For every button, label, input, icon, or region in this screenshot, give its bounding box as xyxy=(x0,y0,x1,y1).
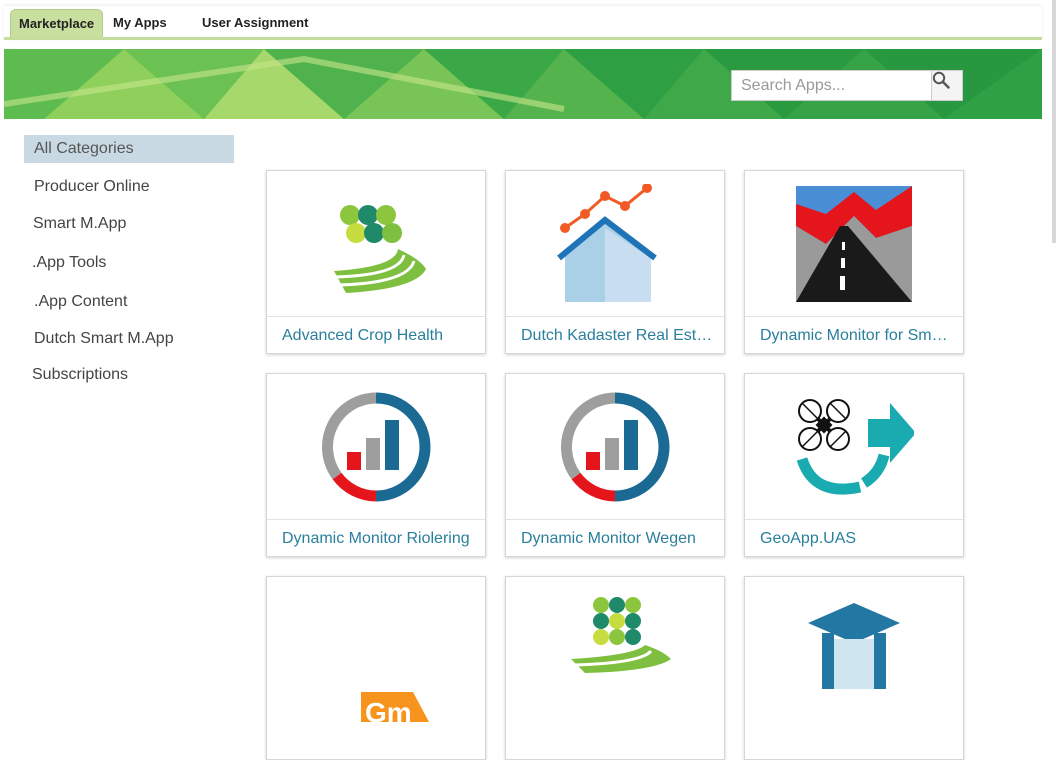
real-estate-icon xyxy=(506,171,724,316)
marketplace-banner xyxy=(4,49,1042,119)
category-app-content[interactable]: .App Content xyxy=(34,293,127,311)
app-card-dutch-kadaster[interactable]: Dutch Kadaster Real Estate xyxy=(505,170,725,354)
card-divider xyxy=(267,316,485,317)
app-card-advanced-crop-health[interactable]: Advanced Crop Health xyxy=(266,170,486,354)
app-card-dynamic-monitor-smart[interactable]: Dynamic Monitor for Smart M.App xyxy=(744,170,964,354)
gauge-chart-icon xyxy=(267,374,485,519)
category-app-tools[interactable]: .App Tools xyxy=(32,254,106,272)
tab-my-apps[interactable]: My Apps xyxy=(113,9,167,37)
app-title[interactable]: Dynamic Monitor for Smart M.App xyxy=(760,327,956,345)
category-dutch-smart-mapp[interactable]: Dutch Smart M.App xyxy=(34,330,174,348)
app-title[interactable]: GeoApp.UAS xyxy=(760,530,956,548)
tab-user-assignment[interactable]: User Assignment xyxy=(202,9,308,37)
card-divider xyxy=(745,519,963,520)
search-button[interactable] xyxy=(931,71,962,100)
app-card-crop-variant[interactable] xyxy=(505,576,725,760)
crop-health-icon xyxy=(506,577,724,722)
app-card-dynamic-monitor-wegen[interactable]: Dynamic Monitor Wegen xyxy=(505,373,725,557)
app-title[interactable]: Dutch Kadaster Real Estate xyxy=(521,327,717,345)
gm-logo-text: Gm xyxy=(365,697,412,722)
card-divider xyxy=(506,316,724,317)
search-icon xyxy=(932,71,950,89)
tab-marketplace[interactable]: Marketplace xyxy=(10,9,104,37)
app-title[interactable]: Dynamic Monitor Wegen xyxy=(521,530,717,548)
app-card-gm[interactable]: Gm xyxy=(266,576,486,760)
app-title[interactable]: Advanced Crop Health xyxy=(282,327,478,345)
search-box xyxy=(731,70,963,101)
card-divider xyxy=(267,519,485,520)
graduation-cap-icon xyxy=(745,577,963,722)
app-title[interactable]: Dynamic Monitor Riolering xyxy=(282,530,478,548)
card-divider xyxy=(745,316,963,317)
category-producer-online[interactable]: Producer Online xyxy=(34,178,150,196)
road-monitor-icon xyxy=(745,171,963,316)
crop-health-icon xyxy=(267,171,485,316)
card-divider xyxy=(506,519,724,520)
search-input[interactable] xyxy=(732,71,931,100)
app-card-dynamic-monitor-riolering[interactable]: Dynamic Monitor Riolering xyxy=(266,373,486,557)
drone-icon xyxy=(745,374,963,519)
tab-bar: Marketplace My Apps User Assignment xyxy=(4,6,1042,40)
category-all[interactable]: All Categories xyxy=(24,135,234,163)
app-card-geoapp-uas[interactable]: GeoApp.UAS xyxy=(744,373,964,557)
gauge-chart-icon xyxy=(506,374,724,519)
app-card-education[interactable] xyxy=(744,576,964,760)
category-smart-mapp[interactable]: Smart M.App xyxy=(33,215,126,233)
category-subscriptions[interactable]: Subscriptions xyxy=(32,366,128,384)
page-scrollbar[interactable] xyxy=(1052,0,1056,243)
gm-logo-icon: Gm xyxy=(267,577,485,722)
